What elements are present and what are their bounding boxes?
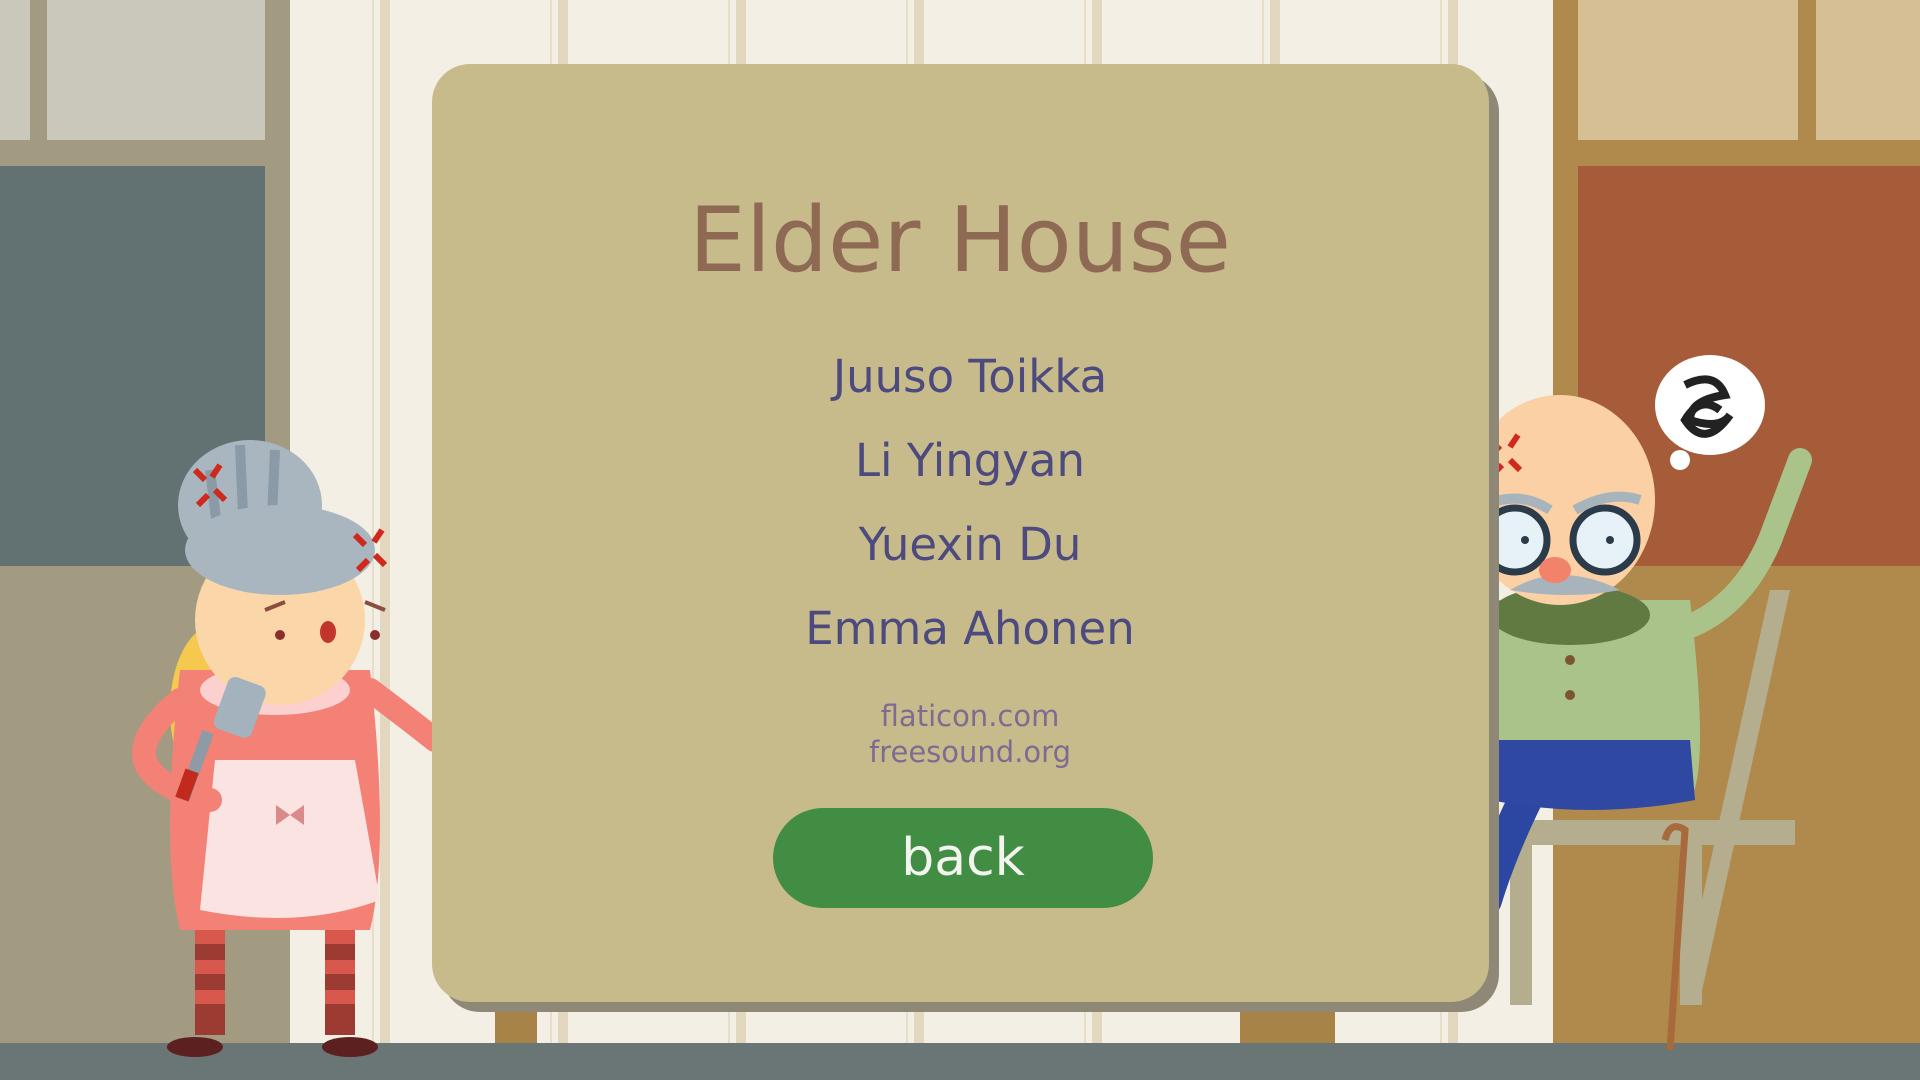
back-button[interactable]: back: [773, 808, 1153, 908]
right-window-frame: [1798, 0, 1816, 140]
credit-name: Emma Ahonen: [805, 602, 1135, 655]
credit-name: Juuso Toikka: [832, 350, 1108, 403]
credit-source: freesound.org: [869, 735, 1071, 769]
credit-name: Li Yingyan: [854, 434, 1086, 487]
left-window-frame: [30, 0, 47, 140]
credit-name: Yuexin Du: [858, 518, 1082, 571]
game-scene: Elder House Juuso Toikka Li Yingyan Yuex…: [0, 0, 1920, 1080]
game-title: Elder House: [688, 188, 1232, 293]
credit-source: flaticon.com: [880, 699, 1060, 733]
right-window: [1578, 0, 1920, 140]
